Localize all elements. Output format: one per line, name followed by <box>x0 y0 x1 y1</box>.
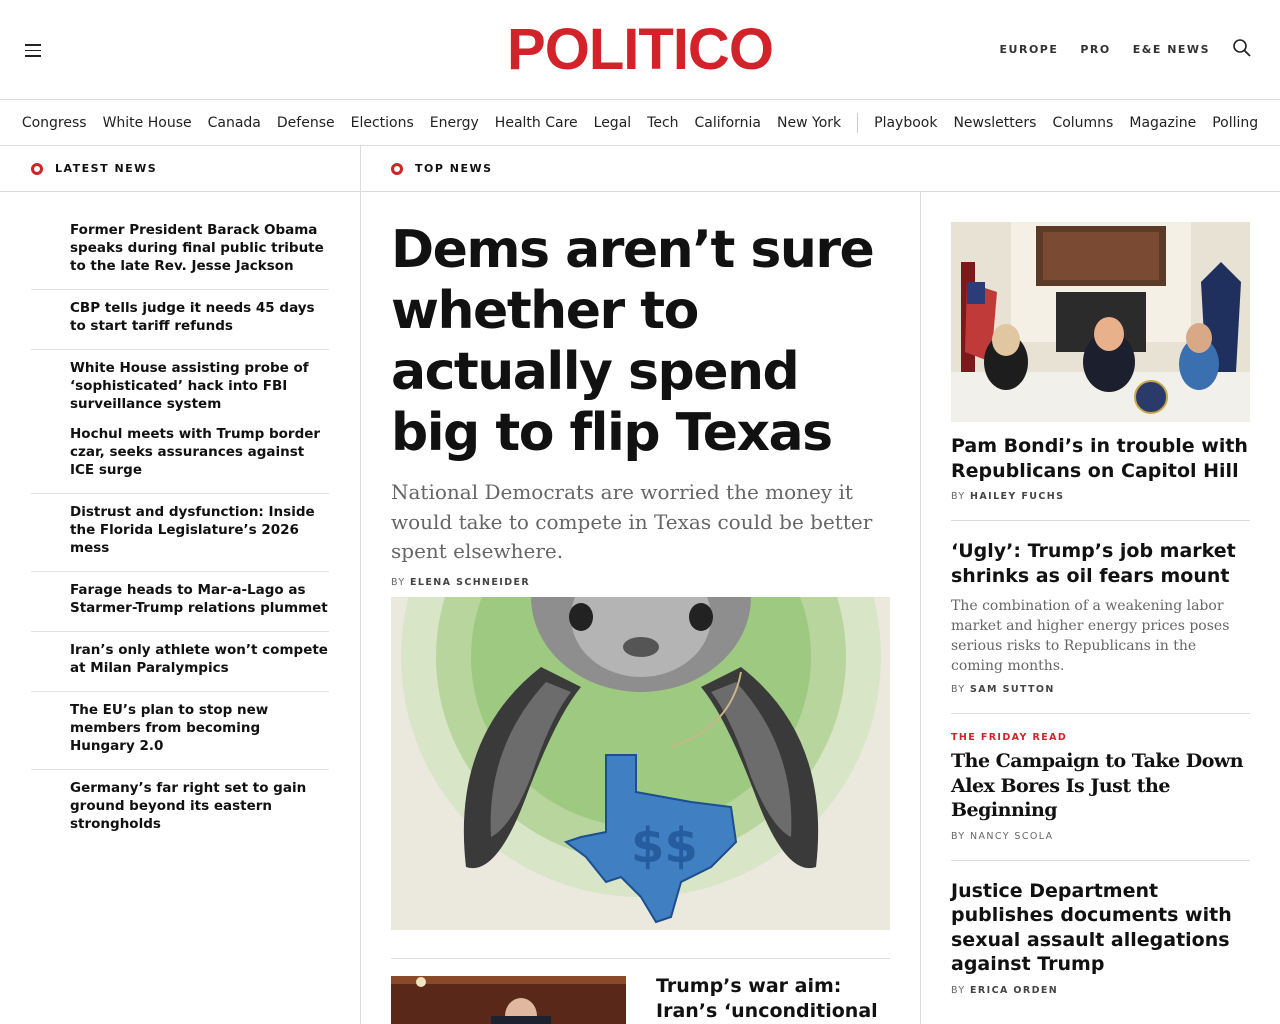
nav-newsletters[interactable]: Newsletters <box>953 115 1036 131</box>
latest-news-link[interactable]: The EU’s plan to stop new members from b… <box>70 701 329 755</box>
latest-news-link[interactable]: White House assisting probe of ‘sophisti… <box>70 359 329 413</box>
list-item: Iran’s only athlete won’t compete at Mil… <box>31 632 329 692</box>
right-story-byline: BY ERICA ORDEN <box>951 985 1250 996</box>
nav-elections[interactable]: Elections <box>351 115 414 131</box>
right-story-headline[interactable]: Justice Department publishes documents w… <box>951 879 1250 977</box>
right-story: THE FRIDAY READ The Campaign to Take Dow… <box>951 732 1250 861</box>
nav-separator <box>857 113 859 133</box>
util-link-ee-news[interactable]: E&E NEWS <box>1133 43 1210 56</box>
column-divider <box>920 192 921 1024</box>
second-story-headline[interactable]: Trump’s war aim: Iran’s ‘unconditional s… <box>656 974 896 1024</box>
latest-news-label-text: LATEST NEWS <box>55 162 158 175</box>
bondi-story-image[interactable] <box>951 222 1250 422</box>
list-item: Former President Barack Obama speaks dur… <box>31 212 329 290</box>
right-story-headline[interactable]: ‘Ugly’: Trump’s job market shrinks as oi… <box>951 539 1250 588</box>
nav-columns[interactable]: Columns <box>1052 115 1113 131</box>
latest-news-link[interactable]: Farage heads to Mar-a-Lago as Starmer-Tr… <box>70 581 329 617</box>
section-label-bar: LATEST NEWS TOP NEWS <box>0 146 1280 192</box>
list-item: Farage heads to Mar-a-Lago as Starmer-Tr… <box>31 572 329 632</box>
author-link[interactable]: ELENA SCHNEIDER <box>410 577 530 588</box>
latest-news-link[interactable]: Former President Barack Obama speaks dur… <box>70 221 329 275</box>
author-link[interactable]: ERICA ORDEN <box>970 985 1058 996</box>
right-story: Justice Department publishes documents w… <box>951 879 1250 1014</box>
nav-california[interactable]: California <box>695 115 761 131</box>
nav-congress[interactable]: Congress <box>22 115 87 131</box>
live-dot-icon <box>31 162 43 175</box>
top-story: Dems aren’t sure whether to actually spe… <box>391 220 891 588</box>
top-story-dek: National Democrats are worried the money… <box>391 480 873 563</box>
latest-news-list: Former President Barack Obama speaks dur… <box>31 212 329 839</box>
latest-news-link[interactable]: Germany’s far right set to gain ground b… <box>70 779 329 833</box>
list-item: Distrust and dysfunction: Inside the Flo… <box>31 494 329 572</box>
right-story: ‘Ugly’: Trump’s job market shrinks as oi… <box>951 539 1250 714</box>
author-link[interactable]: HAILEY FUCHS <box>970 491 1064 502</box>
nav-tech[interactable]: Tech <box>647 115 678 131</box>
nav-legal[interactable]: Legal <box>594 115 632 131</box>
column-divider <box>360 146 361 1024</box>
nav-polling[interactable]: Polling <box>1212 115 1258 131</box>
site-header: POLITICO EUROPE PRO E&E NEWS <box>0 0 1280 100</box>
nav-new-york[interactable]: New York <box>777 115 841 131</box>
right-rail: Pam Bondi’s in trouble with Republicans … <box>951 222 1250 1024</box>
byline-prefix: BY <box>391 576 406 588</box>
nav-canada[interactable]: Canada <box>208 115 261 131</box>
live-dot-icon <box>391 162 403 175</box>
story-divider <box>391 958 890 959</box>
byline-prefix: BY <box>951 684 966 695</box>
list-item: Hochul meets with Trump border czar, see… <box>31 419 329 494</box>
top-news-label-text: TOP NEWS <box>415 162 493 175</box>
list-item: White House assisting probe of ‘sophisti… <box>31 350 329 419</box>
right-story-headline[interactable]: Pam Bondi’s in trouble with Republicans … <box>951 434 1250 483</box>
byline-prefix: BY <box>951 491 966 502</box>
search-icon[interactable] <box>1232 38 1252 58</box>
author-link[interactable]: SAM SUTTON <box>970 684 1055 695</box>
story-kicker[interactable]: THE FRIDAY READ <box>951 732 1250 743</box>
nav-health-care[interactable]: Health Care <box>495 115 578 131</box>
section-nav: Congress White House Canada Defense Elec… <box>0 101 1280 146</box>
list-item: CBP tells judge it needs 45 days to star… <box>31 290 329 350</box>
list-item: Germany’s far right set to gain ground b… <box>31 770 329 839</box>
util-link-pro[interactable]: PRO <box>1080 43 1110 56</box>
nav-magazine[interactable]: Magazine <box>1129 115 1196 131</box>
list-item: The EU’s plan to stop new members from b… <box>31 692 329 770</box>
right-story-headline[interactable]: The Campaign to Take Down Alex Bores Is … <box>951 749 1250 823</box>
top-story-headline[interactable]: Dems aren’t sure whether to actually spe… <box>391 220 891 464</box>
latest-news-link[interactable]: Distrust and dysfunction: Inside the Flo… <box>70 503 329 557</box>
latest-news-link[interactable]: Iran’s only athlete won’t compete at Mil… <box>70 641 329 677</box>
right-story: Pam Bondi’s in trouble with Republicans … <box>951 434 1250 521</box>
second-story-image[interactable] <box>391 976 626 1024</box>
top-news-label: TOP NEWS <box>391 162 493 175</box>
byline-prefix: BY <box>951 984 966 996</box>
svg-text:$$: $$ <box>631 818 698 874</box>
right-story-byline: BY SAM SUTTON <box>951 684 1250 695</box>
right-story-dek: The combination of a weakening labor mar… <box>951 598 1230 674</box>
utility-nav: EUROPE PRO E&E NEWS <box>1000 43 1210 56</box>
nav-energy[interactable]: Energy <box>430 115 479 131</box>
right-story-byline: BY HAILEY FUCHS <box>951 491 1250 502</box>
top-story-byline: BY ELENA SCHNEIDER <box>391 577 891 588</box>
util-link-europe[interactable]: EUROPE <box>1000 43 1059 56</box>
right-story-byline: BY NANCY SCOLA <box>951 830 1054 842</box>
nav-white-house[interactable]: White House <box>103 115 192 131</box>
latest-news-label: LATEST NEWS <box>31 162 157 175</box>
latest-news-link[interactable]: Hochul meets with Trump border czar, see… <box>70 425 329 479</box>
top-story-image[interactable]: $$ <box>391 597 890 930</box>
latest-news-link[interactable]: CBP tells judge it needs 45 days to star… <box>70 299 329 335</box>
nav-playbook[interactable]: Playbook <box>874 115 937 131</box>
nav-defense[interactable]: Defense <box>277 115 335 131</box>
